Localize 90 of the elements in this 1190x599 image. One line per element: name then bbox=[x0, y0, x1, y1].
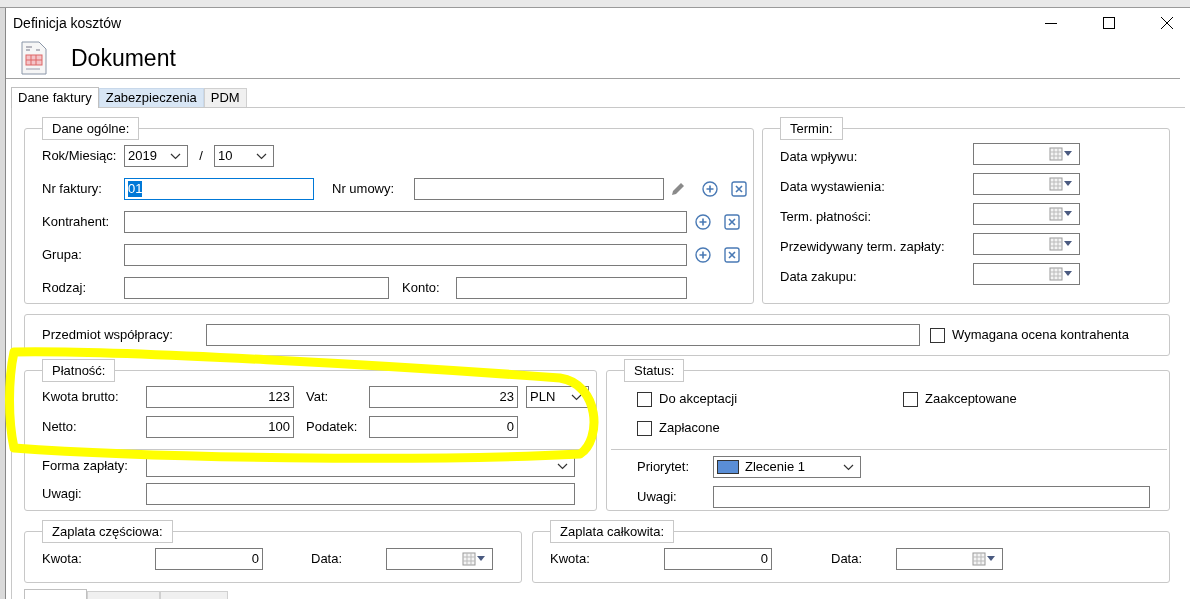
field-label: Przewidywany term. zapłaty: bbox=[780, 238, 946, 257]
dropdown[interactable]: Zlecenie 1 bbox=[713, 456, 861, 478]
text-field[interactable] bbox=[124, 244, 687, 266]
field-label: Term. płatności: bbox=[780, 208, 873, 227]
field-label: Grupa: bbox=[42, 246, 83, 265]
field-label: Forma zapłaty: bbox=[42, 457, 129, 476]
field-label: Rodzaj: bbox=[42, 279, 88, 298]
date-picker[interactable] bbox=[973, 263, 1080, 285]
chevron-down-icon bbox=[843, 463, 854, 471]
field-label: Wymagana ocena kontrahenta bbox=[952, 326, 1129, 345]
field-label: Nr faktury: bbox=[42, 180, 103, 199]
field-label: Data wpływu: bbox=[780, 148, 859, 167]
checkbox[interactable] bbox=[637, 391, 652, 407]
add-icon[interactable] bbox=[695, 214, 711, 230]
field-label: Kontrahent: bbox=[42, 213, 111, 232]
text-field[interactable]: 100 bbox=[146, 416, 294, 438]
date-picker[interactable] bbox=[896, 548, 1003, 570]
pencil-icon[interactable] bbox=[670, 181, 686, 197]
text-field[interactable]: 01 bbox=[124, 178, 314, 200]
field-label: Vat: bbox=[306, 388, 330, 407]
tab[interactable]: Zabezpieczenia bbox=[98, 88, 204, 107]
dropdown[interactable]: 10 bbox=[214, 145, 274, 167]
group-legend: Dane ogólne: bbox=[42, 117, 140, 140]
field-label: Zaakceptowane bbox=[925, 390, 1017, 409]
field-label: Uwagi: bbox=[42, 485, 83, 504]
calendar-icon bbox=[462, 552, 486, 566]
text-field[interactable] bbox=[124, 277, 389, 299]
text-field[interactable]: 123 bbox=[146, 386, 294, 408]
field-label: Data: bbox=[831, 550, 864, 569]
chevron-down-icon bbox=[256, 152, 267, 160]
field-label: Rok/Miesiąc: bbox=[42, 147, 118, 166]
field-label: Nr umowy: bbox=[332, 180, 396, 199]
dropdown[interactable]: 2019 bbox=[124, 145, 188, 167]
group-legend: Status: bbox=[624, 359, 685, 382]
clear-icon[interactable] bbox=[724, 247, 740, 263]
field-label: Przedmiot współpracy: bbox=[42, 326, 174, 345]
date-picker[interactable] bbox=[973, 173, 1080, 195]
calendar-icon bbox=[1049, 267, 1073, 281]
calendar-icon bbox=[1049, 237, 1073, 251]
text-field[interactable]: 0 bbox=[155, 548, 263, 570]
group-legend: Zaplata częściowa: bbox=[42, 520, 173, 543]
window-title: Definicja kosztów bbox=[13, 13, 123, 33]
field-label: Kwota: bbox=[42, 550, 83, 569]
text-field[interactable] bbox=[713, 486, 1150, 508]
field-label: Data: bbox=[311, 550, 344, 569]
group-legend: Termin: bbox=[780, 117, 843, 140]
text-field[interactable] bbox=[124, 211, 687, 233]
checkbox[interactable] bbox=[637, 420, 652, 436]
tab[interactable]: PDM bbox=[203, 88, 247, 107]
document-heading: Dokument bbox=[71, 43, 176, 73]
chevron-down-icon bbox=[571, 393, 582, 401]
date-picker[interactable] bbox=[973, 233, 1080, 255]
text-field[interactable] bbox=[146, 483, 575, 505]
field-label: Data wystawienia: bbox=[780, 178, 886, 197]
separator-text: / bbox=[198, 147, 204, 166]
clear-icon[interactable] bbox=[724, 214, 740, 230]
field-label: Zapłacone bbox=[659, 419, 720, 438]
calendar-icon bbox=[1049, 207, 1073, 221]
date-picker[interactable] bbox=[386, 548, 493, 570]
field-label: Do akceptacji bbox=[659, 390, 738, 409]
document-icon bbox=[20, 41, 48, 75]
chevron-down-icon bbox=[557, 462, 568, 470]
field-label: Kwota brutto: bbox=[42, 388, 120, 407]
add-icon[interactable] bbox=[695, 247, 711, 263]
calendar-icon bbox=[1049, 177, 1073, 191]
clear-icon[interactable] bbox=[731, 181, 747, 197]
field-label: Uwagi: bbox=[637, 488, 678, 507]
field-label: Priorytet: bbox=[637, 458, 690, 477]
group-legend: Płatność: bbox=[42, 359, 116, 382]
text-field[interactable]: 23 bbox=[369, 386, 518, 408]
field-label: Podatek: bbox=[306, 418, 359, 437]
calendar-icon bbox=[972, 552, 996, 566]
text-field[interactable] bbox=[456, 277, 687, 299]
field-label: Netto: bbox=[42, 418, 78, 437]
text-field[interactable]: 0 bbox=[664, 548, 772, 570]
chevron-down-icon bbox=[170, 152, 181, 160]
group-legend: Zaplata całkowita: bbox=[550, 520, 675, 543]
text-field[interactable]: 0 bbox=[369, 416, 518, 438]
text-field[interactable] bbox=[414, 178, 664, 200]
field-label: Konto: bbox=[402, 279, 441, 298]
field-label: Kwota: bbox=[550, 550, 591, 569]
field-label: Data zakupu: bbox=[780, 268, 858, 287]
date-picker[interactable] bbox=[973, 143, 1080, 165]
calendar-icon bbox=[1049, 147, 1073, 161]
checkbox[interactable] bbox=[903, 391, 918, 407]
date-picker[interactable] bbox=[973, 203, 1080, 225]
tab[interactable]: Dane faktury bbox=[11, 87, 99, 108]
checkbox[interactable] bbox=[930, 327, 945, 343]
text-field[interactable] bbox=[206, 324, 920, 346]
add-icon[interactable] bbox=[702, 181, 718, 197]
